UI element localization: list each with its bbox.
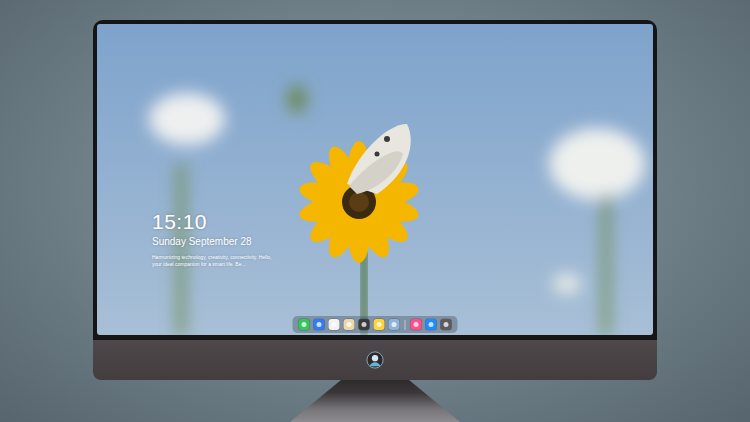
screen: 15:10 Sunday September 28 Harmonizing tech… <box>97 24 653 335</box>
dock-app-icon[interactable] <box>441 319 452 330</box>
dock-app-icon[interactable] <box>314 319 325 330</box>
dock-app-icon[interactable] <box>426 319 437 330</box>
desktop-page: 15:10 Sunday September 28 Harmonizing tech… <box>0 0 750 422</box>
clock-date: Sunday September 28 <box>152 236 272 248</box>
brand-logo-icon <box>366 351 384 369</box>
dock-app-icon[interactable] <box>389 319 400 330</box>
clock-tagline: Harmonizing technology, creativity, conn… <box>152 254 272 267</box>
dock-app-icon[interactable] <box>359 319 370 330</box>
clock-time: 15:10 <box>152 210 272 233</box>
monitor: 15:10 Sunday September 28 Harmonizing tech… <box>93 20 657 380</box>
dock <box>293 316 458 333</box>
monitor-chin <box>93 340 657 380</box>
wallpaper-photo <box>97 24 653 335</box>
dock-group <box>299 319 400 330</box>
dock-app-icon[interactable] <box>344 319 355 330</box>
dock-separator <box>405 320 406 330</box>
dock-app-icon[interactable] <box>411 319 422 330</box>
lock-clock: 15:10 Sunday September 28 Harmonizing tech… <box>152 210 272 267</box>
dock-group <box>411 319 452 330</box>
dock-app-icon[interactable] <box>374 319 385 330</box>
screen-bezel: 15:10 Sunday September 28 Harmonizing tech… <box>93 20 657 340</box>
monitor-stand <box>290 380 460 422</box>
dock-app-icon[interactable] <box>299 319 310 330</box>
dock-app-icon[interactable] <box>329 319 340 330</box>
